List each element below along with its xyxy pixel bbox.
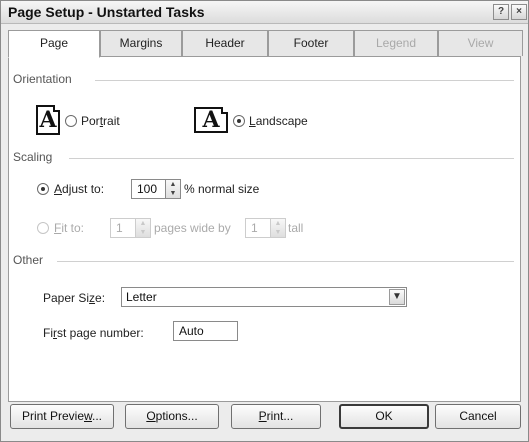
- tab-margins[interactable]: Margins: [100, 30, 182, 56]
- adjust-percent-input[interactable]: 100: [131, 179, 166, 199]
- scaling-group-label: Scaling: [13, 150, 53, 164]
- landscape-label[interactable]: Landscape: [249, 114, 308, 128]
- tab-strip: Page Margins Header Footer Legend View: [8, 30, 523, 58]
- fit-wide-label: pages wide by: [154, 221, 231, 235]
- fit-tall-label: tall: [288, 221, 304, 235]
- fit-tall-input: 1: [245, 218, 271, 238]
- paper-size-label: Paper Size:: [43, 291, 106, 305]
- portrait-label[interactable]: Portrait: [81, 114, 120, 128]
- page-setup-dialog: Page Setup - Unstarted Tasks ? × Page Ma…: [0, 0, 529, 442]
- tab-page[interactable]: Page: [8, 30, 100, 58]
- scaling-divider: [69, 158, 514, 159]
- print-preview-button[interactable]: Print Preview...: [10, 404, 114, 429]
- landscape-radio[interactable]: [233, 115, 245, 127]
- adjust-suffix-label: % normal size: [184, 182, 260, 196]
- fit-wide-spinner: ▲ ▼: [136, 218, 151, 238]
- other-group-label: Other: [13, 253, 44, 267]
- paper-size-value: Letter: [126, 290, 157, 304]
- orientation-group-label: Orientation: [13, 72, 72, 86]
- orientation-divider: [95, 80, 514, 81]
- tab-header[interactable]: Header: [182, 30, 268, 56]
- paper-size-select[interactable]: Letter ▼: [121, 287, 407, 307]
- print-button[interactable]: Print...: [231, 404, 321, 429]
- landscape-page-icon: A: [194, 107, 228, 133]
- fit-tall-spinner: ▲ ▼: [271, 218, 286, 238]
- help-icon[interactable]: ?: [493, 4, 509, 20]
- first-page-number-label: First page number:: [43, 326, 144, 340]
- fit-to-radio: [37, 222, 49, 234]
- fit-to-label: Fit to:: [54, 221, 85, 235]
- fit-wide-input: 1: [110, 218, 136, 238]
- tab-view: View: [438, 30, 523, 56]
- ok-button[interactable]: OK: [339, 404, 429, 429]
- cancel-button[interactable]: Cancel: [435, 404, 521, 429]
- close-icon[interactable]: ×: [511, 4, 527, 20]
- adjust-percent-spinner[interactable]: ▲ ▼: [166, 179, 181, 199]
- chevron-down-icon[interactable]: ▼: [389, 289, 405, 305]
- title-bar[interactable]: Page Setup - Unstarted Tasks ? ×: [1, 1, 528, 24]
- portrait-page-icon: A: [36, 105, 60, 135]
- tab-legend: Legend: [354, 30, 438, 56]
- first-page-number-input[interactable]: Auto: [173, 321, 238, 341]
- other-divider: [57, 261, 514, 262]
- tab-footer[interactable]: Footer: [268, 30, 354, 56]
- page-tab-panel: Orientation A Portrait A Landscape Scali…: [8, 56, 521, 402]
- options-button[interactable]: Options...: [125, 404, 219, 429]
- portrait-radio[interactable]: [65, 115, 77, 127]
- adjust-to-radio[interactable]: [37, 183, 49, 195]
- adjust-to-label[interactable]: Adjust to:: [54, 182, 104, 196]
- dialog-title: Page Setup - Unstarted Tasks: [8, 4, 205, 20]
